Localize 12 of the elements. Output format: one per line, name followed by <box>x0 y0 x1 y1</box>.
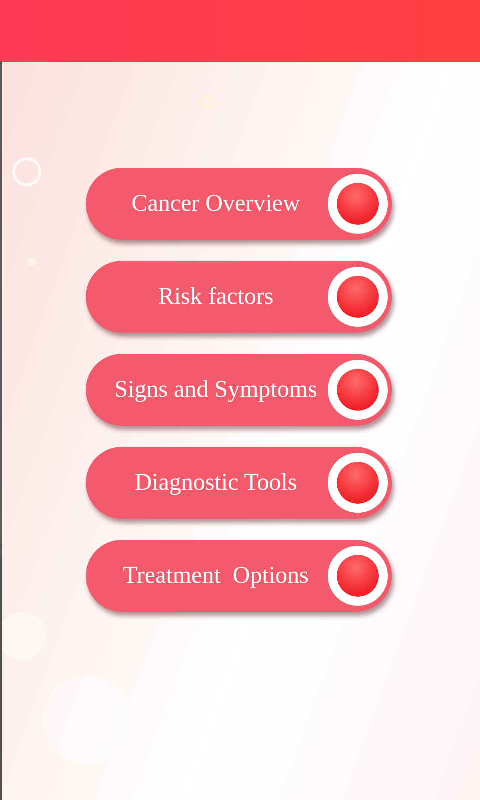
radio-dot-icon <box>328 453 388 513</box>
radio-dot-icon <box>328 267 388 327</box>
menu-button[interactable]: Risk factors <box>86 261 392 333</box>
menu-button[interactable]: Cancer Overview <box>86 168 392 240</box>
menu-button[interactable]: Signs and Symptoms <box>86 354 392 426</box>
menu-button[interactable]: Treatment Options <box>86 540 392 612</box>
menu-button[interactable]: Diagnostic Tools <box>86 447 392 519</box>
radio-dot-icon <box>328 174 388 234</box>
bubble <box>2 612 46 660</box>
radio-dot-icon <box>328 546 388 606</box>
bubble <box>12 158 42 186</box>
radio-dot-icon <box>328 360 388 420</box>
